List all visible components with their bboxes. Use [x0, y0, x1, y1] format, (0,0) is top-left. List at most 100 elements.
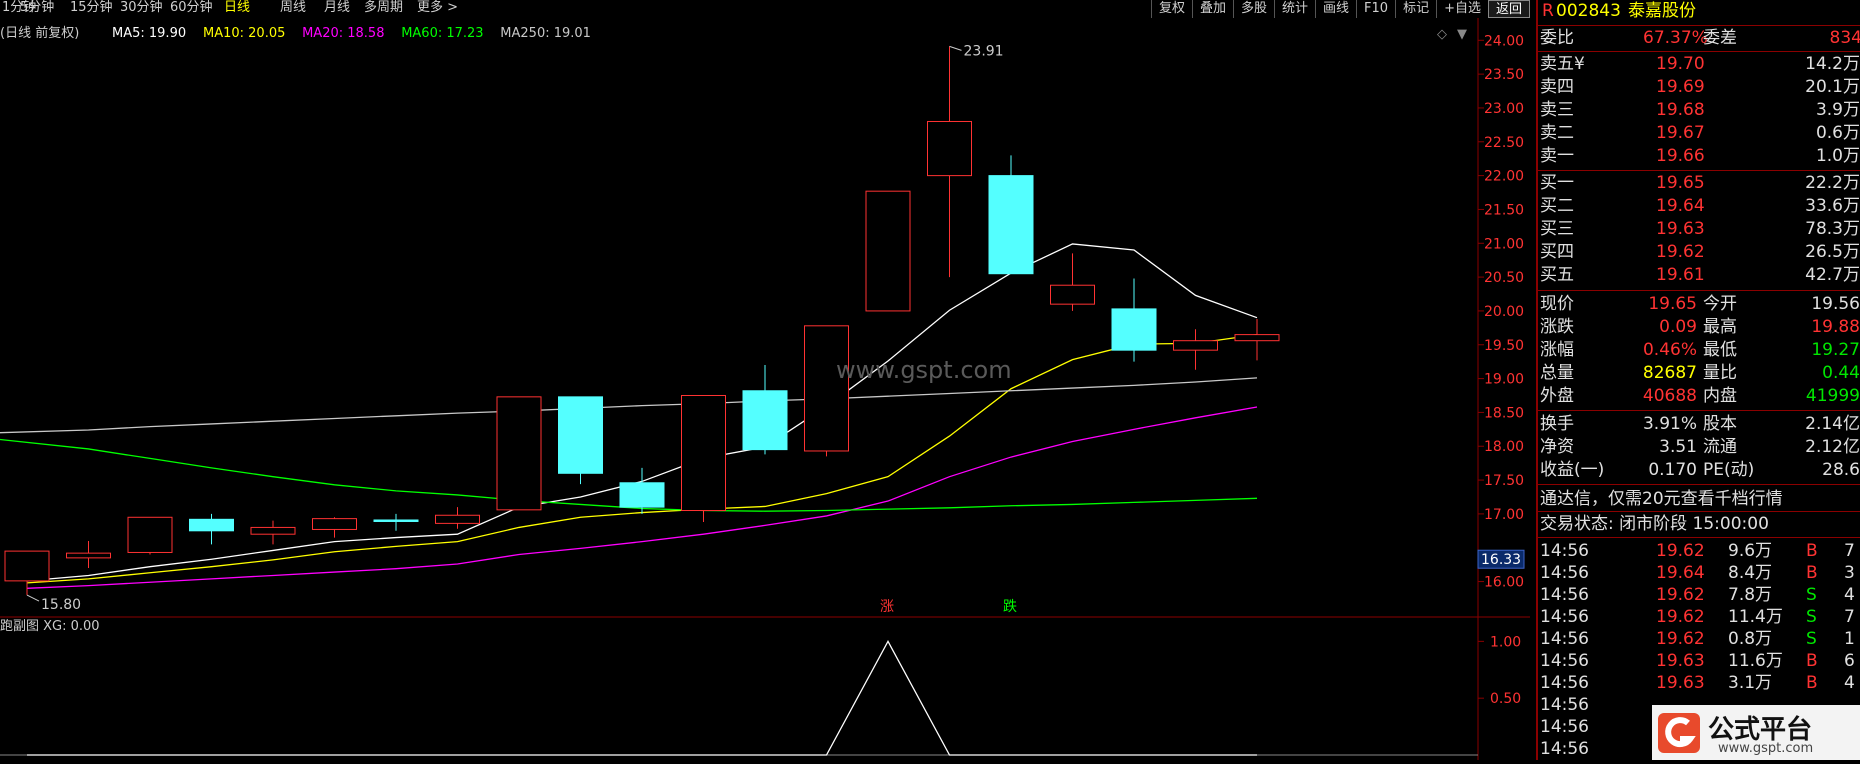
- toolbar-button[interactable]: +自选: [1436, 0, 1488, 18]
- candle-body[interactable]: [189, 518, 234, 532]
- legend-menu-icon[interactable]: ▼: [1457, 27, 1467, 42]
- y-tick-label: 21.00: [1484, 236, 1524, 252]
- candle-body[interactable]: [1234, 334, 1280, 342]
- candle-body[interactable]: [1050, 284, 1095, 305]
- buy-price: 19.64: [1656, 196, 1705, 216]
- candle-body[interactable]: [988, 175, 1034, 275]
- tick-time: 14:56: [1540, 717, 1589, 737]
- candle-body[interactable]: [66, 552, 111, 559]
- xg-indicator-line: [27, 639, 1257, 756]
- tick-time: 14:56: [1540, 651, 1589, 671]
- tick-volume: 0.8万: [1728, 629, 1773, 649]
- buy-volume: 33.6万: [1805, 196, 1860, 216]
- tick-time: 14:56: [1540, 585, 1589, 605]
- candle-body[interactable]: [1173, 340, 1218, 351]
- fund-value: 3.91%: [1642, 414, 1697, 434]
- divider: [1538, 484, 1860, 485]
- y-tick-label: 17.50: [1484, 473, 1524, 489]
- quote-label: 总量: [1540, 363, 1574, 383]
- tick-volume: 7.8万: [1728, 585, 1773, 605]
- tick-row: 14:56 19.62 9.6万 B 7: [1538, 540, 1860, 563]
- buy-label: 买五: [1540, 265, 1574, 285]
- min-arrow: [26, 594, 40, 602]
- candle-body[interactable]: [558, 396, 603, 474]
- candle-body[interactable]: [312, 518, 357, 530]
- candle-body[interactable]: [927, 120, 972, 177]
- period-1[interactable]: 5分钟: [20, 0, 54, 16]
- toolbar-button[interactable]: 返回: [1487, 0, 1530, 18]
- candle-body[interactable]: [742, 390, 788, 451]
- candle-body[interactable]: [804, 325, 849, 452]
- tick-side: S: [1806, 629, 1817, 649]
- candle-body[interactable]: [619, 482, 665, 508]
- kline-chart[interactable]: 24.00 23.50 23.00 22.50 22.00 21.50 21.00 20.50…: [0, 0, 1530, 760]
- sell-label: 卖二: [1540, 123, 1574, 143]
- toolbar-button[interactable]: F10: [1356, 0, 1395, 18]
- period-8[interactable]: 多周期: [364, 0, 403, 16]
- ma-line-ma250: [0, 377, 1258, 434]
- promo-row: 通达信，仅需20元查看千档行情: [1538, 488, 1860, 511]
- toolbar-button[interactable]: 复权: [1150, 0, 1192, 18]
- candle-body[interactable]: [435, 514, 480, 524]
- buy-row: 买二 19.64 33.6万: [1538, 195, 1860, 218]
- buy-price: 19.63: [1656, 219, 1705, 239]
- weibi-row: 委比 67.37% 委差 834: [1538, 27, 1860, 50]
- buy-price: 19.62: [1656, 242, 1705, 262]
- candle-body[interactable]: [250, 526, 296, 535]
- buy-price: 19.61: [1656, 265, 1705, 285]
- sell-price: 19.67: [1656, 123, 1705, 143]
- period-6[interactable]: 周线: [280, 0, 306, 16]
- period-4[interactable]: 60分钟: [170, 0, 213, 16]
- stock-badge: R: [1542, 1, 1554, 21]
- period-7[interactable]: 月线: [324, 0, 350, 16]
- tick-time: 14:56: [1540, 695, 1589, 715]
- candle-body[interactable]: [373, 519, 419, 522]
- candle-body[interactable]: [4, 550, 50, 582]
- tick-price: 19.62: [1656, 629, 1705, 649]
- tick-volume: 11.6万: [1728, 651, 1783, 671]
- tick-count: 3: [1844, 563, 1855, 583]
- toolbar-button[interactable]: 画线: [1315, 0, 1356, 18]
- legend-collapse-icon[interactable]: ◇: [1437, 27, 1447, 42]
- tick-side: B: [1806, 541, 1818, 561]
- buy-volume: 22.2万: [1805, 173, 1860, 193]
- buy-volume: 42.7万: [1805, 265, 1860, 285]
- tick-count: 7: [1844, 607, 1855, 627]
- tick-time: 14:56: [1540, 541, 1589, 561]
- quote-value: 19.56: [1811, 294, 1860, 314]
- sell-volume: 1.0万: [1815, 146, 1860, 166]
- y-tick-label: 16.00: [1484, 575, 1524, 591]
- period-3[interactable]: 30分钟: [120, 0, 163, 16]
- candle-body[interactable]: [127, 516, 173, 553]
- tick-time: 14:56: [1540, 563, 1589, 583]
- period-9[interactable]: 更多 >: [417, 0, 458, 16]
- candle-body[interactable]: [865, 190, 911, 312]
- sell-label: 卖三: [1540, 100, 1574, 120]
- fund-value: 2.12亿: [1805, 437, 1860, 457]
- toolbar-button[interactable]: 标记: [1395, 0, 1436, 18]
- candle-body[interactable]: [1111, 308, 1157, 351]
- toolbar-button[interactable]: 统计: [1274, 0, 1315, 18]
- ma-legend-item: MA60: 17.23: [401, 26, 483, 41]
- toolbar-button[interactable]: 叠加: [1191, 0, 1233, 18]
- quote-row: 现价 19.65 今开 19.56: [1538, 293, 1860, 316]
- toolbar-button[interactable]: 多股: [1232, 0, 1274, 18]
- buy-label: 买四: [1540, 242, 1574, 262]
- fund-value: 3.51: [1659, 437, 1697, 457]
- period-5[interactable]: 日线: [224, 0, 250, 16]
- period-2[interactable]: 15分钟: [70, 0, 113, 16]
- tick-volume: 9.6万: [1728, 541, 1773, 561]
- quote-label: 最低: [1703, 340, 1737, 360]
- candle-body[interactable]: [681, 394, 726, 512]
- fund-row: 收益(一) 0.170 PE(动) 28.6: [1538, 459, 1860, 482]
- fund-label: 收益(一): [1540, 460, 1605, 480]
- y-tick-label: 19.50: [1484, 338, 1524, 354]
- sell-row: 卖四 19.69 20.1万: [1538, 76, 1860, 99]
- candle-body[interactable]: [496, 396, 542, 511]
- buy-label: 买二: [1540, 196, 1574, 216]
- tick-row: 14:56 19.63 3.1万 B 4: [1538, 672, 1860, 695]
- label: 委比: [1540, 28, 1574, 48]
- sell-volume: 3.9万: [1815, 100, 1860, 120]
- tick-row: 14:56 19.63 11.6万 B 6: [1538, 650, 1860, 673]
- quote-label: 最高: [1703, 317, 1737, 337]
